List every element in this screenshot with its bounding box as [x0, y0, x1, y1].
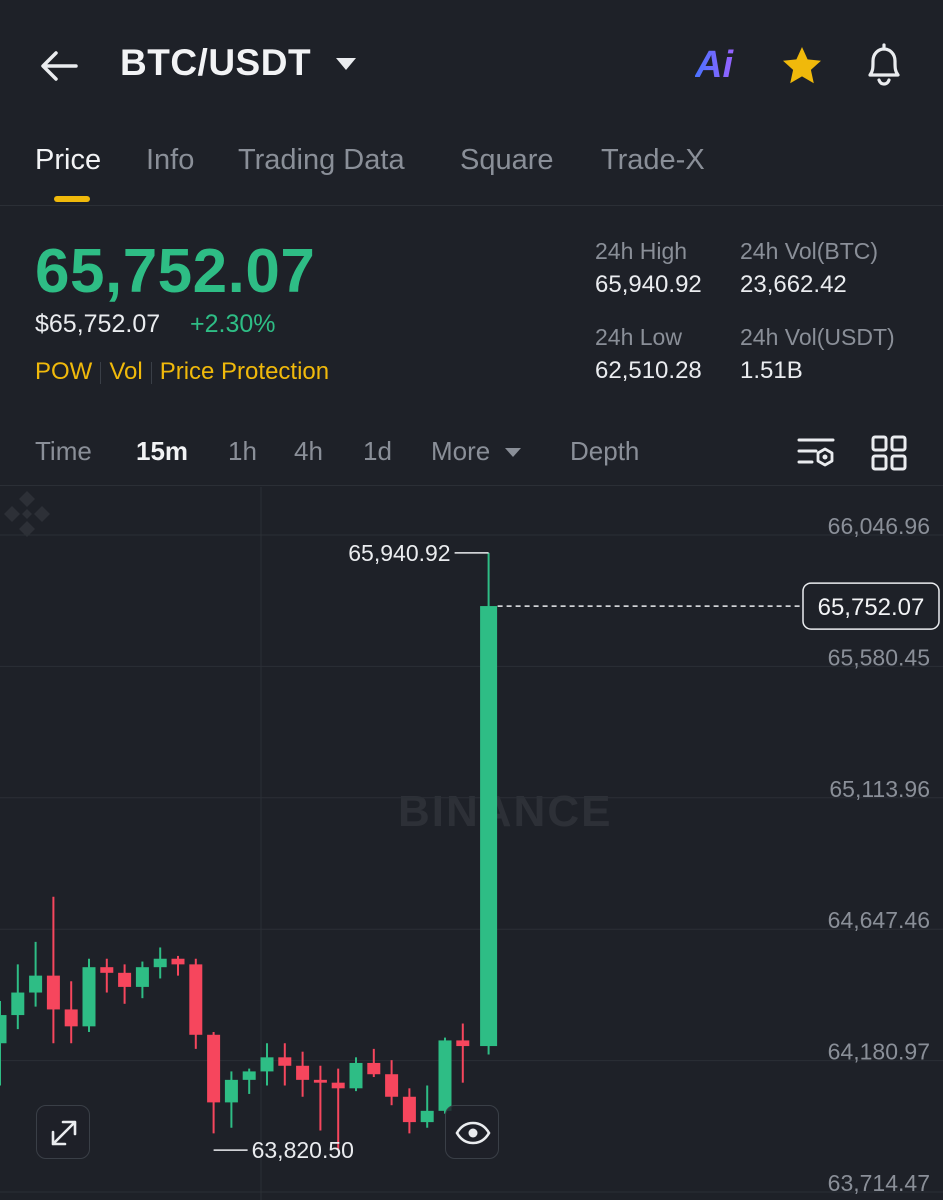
star-icon[interactable] — [780, 44, 824, 88]
candle-body — [224, 1079, 238, 1103]
candle-body — [402, 1096, 416, 1123]
bell-icon[interactable] — [862, 42, 906, 88]
low-marker-label: 63,820.50 — [252, 1137, 354, 1163]
candle-body — [367, 1062, 381, 1075]
stat-24h-high-label: 24h High — [595, 238, 688, 264]
stat-24h-high-value: 65,940.92 — [595, 271, 702, 298]
interval-depth[interactable]: Depth — [570, 436, 639, 467]
y-tick-label: 65,580.45 — [828, 644, 930, 670]
chart-canvas[interactable]: 66,046.96 65,580.45 65,113.96 64,647.46 64,1… — [0, 487, 943, 1200]
back-arrow-icon[interactable] — [38, 44, 82, 88]
stat-24h-vol-btc-label: 24h Vol(BTC) — [740, 238, 879, 264]
candle-body — [135, 967, 149, 987]
tab-price[interactable]: Price — [35, 144, 101, 177]
tab-trading-data[interactable]: Trading Data — [238, 144, 405, 177]
candle-body — [171, 958, 185, 965]
stat-24h-vol-btc-value: 23,662.42 — [740, 271, 847, 298]
y-tick-label: 65,113.96 — [829, 776, 930, 802]
pair-title[interactable]: BTC/USDT — [120, 42, 311, 84]
fullscreen-button[interactable] — [36, 1105, 90, 1159]
candle-body — [11, 992, 25, 1016]
candle-body — [29, 975, 43, 993]
candle-body — [100, 967, 114, 973]
candle-body — [0, 1015, 7, 1044]
stat-24h-low-label: 24h Low — [595, 324, 682, 350]
interval-1d[interactable]: 1d — [363, 436, 392, 467]
candle-body — [331, 1082, 345, 1089]
candle-body — [46, 975, 60, 1010]
candle-body — [189, 964, 203, 1035]
candle-body — [480, 606, 498, 1047]
candle-body — [207, 1034, 221, 1103]
current-price-label: 65,752.07 — [818, 594, 925, 621]
candle-body — [296, 1065, 310, 1080]
y-tick-label: 66,046.96 — [828, 513, 930, 539]
candle-body — [420, 1110, 434, 1123]
interval-15m[interactable]: 15m — [136, 436, 188, 467]
expand-icon — [51, 1120, 77, 1146]
candle-body — [385, 1074, 399, 1097]
main-tabs: Price Info Trading Data Square Trade-X — [0, 130, 943, 206]
interval-1h[interactable]: 1h — [228, 436, 257, 467]
chevron-down-icon[interactable] — [505, 448, 521, 457]
layout-grid-icon[interactable] — [870, 434, 908, 472]
y-tick-label: 63,714.47 — [828, 1170, 930, 1196]
candle-body — [153, 958, 167, 968]
visibility-toggle-button[interactable] — [445, 1105, 499, 1159]
stat-24h-vol-usdt-label: 24h Vol(USDT) — [740, 324, 895, 350]
stat-24h-low-value: 62,510.28 — [595, 357, 702, 384]
candle-body — [242, 1071, 256, 1080]
candle-body — [64, 1009, 78, 1027]
candle-body — [438, 1040, 452, 1111]
last-price: 65,752.07 — [35, 237, 316, 306]
tab-info[interactable]: Info — [146, 144, 194, 177]
candle-body — [456, 1040, 470, 1047]
ai-icon[interactable]: Ai — [695, 44, 749, 88]
chevron-down-icon[interactable] — [336, 58, 356, 70]
tab-square[interactable]: Square — [460, 144, 554, 177]
price-change-percent: +2.30% — [190, 310, 276, 338]
candle-body — [260, 1057, 274, 1072]
coin-tags: POW Vol Price Protection — [35, 358, 329, 386]
candle-body — [349, 1062, 363, 1089]
interval-4h[interactable]: 4h — [294, 436, 323, 467]
usd-price: $65,752.07 — [35, 310, 161, 338]
tab-trade-x[interactable]: Trade-X — [601, 144, 705, 177]
tag-price-protection[interactable]: Price Protection — [160, 358, 329, 385]
candle-body — [118, 972, 132, 987]
stat-24h-vol-usdt-value: 1.51B — [740, 357, 803, 384]
header: BTC/USDT Ai — [0, 0, 943, 130]
interval-time[interactable]: Time — [35, 436, 92, 467]
high-marker-label: 65,940.92 — [348, 540, 450, 566]
candle-body — [82, 967, 96, 1027]
y-tick-label: 64,180.97 — [828, 1039, 930, 1065]
eye-icon — [455, 1121, 491, 1145]
interval-more[interactable]: More — [431, 436, 490, 467]
tag-pow[interactable]: POW — [35, 358, 92, 385]
active-tab-indicator — [54, 196, 90, 202]
candlestick-chart[interactable]: BINANCE 66,046.96 65,580.45 65,113.96 64,64… — [0, 487, 943, 1200]
candle-body — [313, 1079, 327, 1083]
indicator-settings-icon[interactable] — [796, 434, 836, 472]
candle-body — [278, 1057, 292, 1066]
interval-bar: Time 15m 1h 4h 1d More Depth — [0, 422, 943, 486]
tag-vol[interactable]: Vol — [109, 358, 142, 385]
y-tick-label: 64,647.46 — [828, 907, 930, 933]
